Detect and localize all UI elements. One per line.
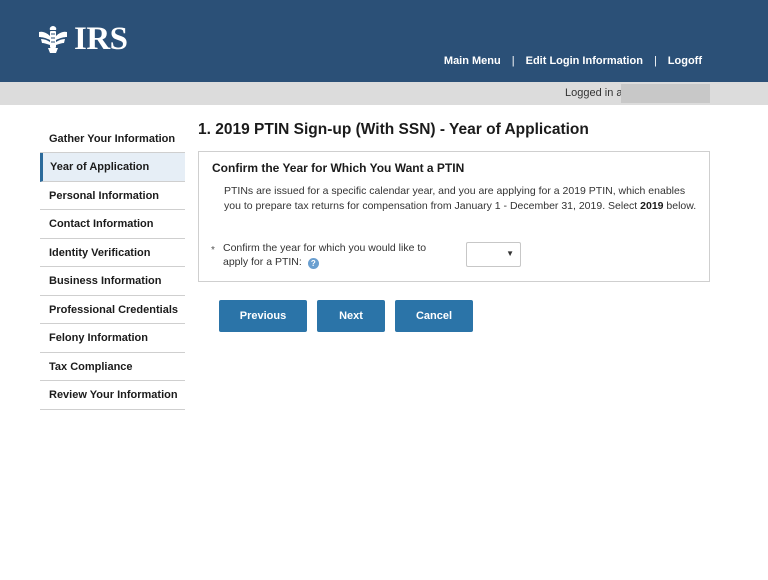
sidebar-item-identity-verification[interactable]: Identity Verification bbox=[40, 239, 185, 267]
next-button[interactable]: Next bbox=[317, 300, 385, 332]
year-field-label: Confirm the year for which you would lik… bbox=[223, 241, 443, 269]
site-header: IRS Main Menu | Edit Login Information |… bbox=[0, 0, 768, 82]
help-circle-icon[interactable]: ? bbox=[307, 258, 319, 269]
year-select[interactable]: ▼ bbox=[466, 242, 521, 267]
sidebar-item-felony-information[interactable]: Felony Information bbox=[40, 324, 185, 353]
sidebar-item-business-information[interactable]: Business Information bbox=[40, 267, 185, 296]
redacted-username bbox=[621, 84, 710, 103]
sidebar-item-review-information[interactable]: Review Your Information bbox=[40, 381, 185, 410]
panel-title: Confirm the Year for Which You Want a PT… bbox=[212, 161, 465, 175]
description-text: PTINs are issued for a specific calendar… bbox=[224, 185, 686, 212]
login-status-bar: Logged in as bbox=[0, 82, 768, 105]
previous-button[interactable]: Previous bbox=[219, 300, 307, 332]
nav-separator: | bbox=[511, 55, 515, 67]
edit-login-link[interactable]: Edit Login Information bbox=[526, 55, 643, 67]
sidebar-item-tax-compliance[interactable]: Tax Compliance bbox=[40, 353, 185, 381]
nav-separator: | bbox=[653, 55, 657, 67]
logo-text: IRS bbox=[74, 21, 128, 57]
sidebar-item-contact-information[interactable]: Contact Information bbox=[40, 210, 185, 239]
description-year: 2019 bbox=[640, 200, 664, 212]
sidebar-item-year-of-application[interactable]: Year of Application bbox=[40, 153, 185, 182]
logged-in-label: Logged in as bbox=[565, 87, 628, 99]
page-title: 1. 2019 PTIN Sign-up (With SSN) - Year o… bbox=[198, 121, 589, 138]
irs-logo[interactable]: IRS bbox=[36, 22, 128, 56]
required-marker: * bbox=[211, 245, 215, 256]
main-menu-link[interactable]: Main Menu bbox=[444, 55, 501, 67]
chevron-down-icon: ▼ bbox=[506, 249, 514, 258]
cancel-button[interactable]: Cancel bbox=[395, 300, 473, 332]
irs-eagle-icon bbox=[36, 22, 70, 56]
progress-sidebar: Gather Your Information Year of Applicat… bbox=[40, 124, 185, 410]
sidebar-item-gather-information[interactable]: Gather Your Information bbox=[40, 124, 185, 153]
sidebar-item-professional-credentials[interactable]: Professional Credentials bbox=[40, 296, 185, 324]
top-navigation: Main Menu | Edit Login Information | Log… bbox=[444, 55, 702, 67]
logoff-link[interactable]: Logoff bbox=[668, 55, 702, 67]
year-field-label-text: Confirm the year for which you would lik… bbox=[223, 242, 427, 268]
panel-description: PTINs are issued for a specific calendar… bbox=[224, 184, 699, 214]
sidebar-item-personal-information[interactable]: Personal Information bbox=[40, 182, 185, 210]
description-text-end: below. bbox=[663, 200, 697, 212]
year-confirmation-panel: Confirm the Year for Which You Want a PT… bbox=[198, 151, 710, 282]
